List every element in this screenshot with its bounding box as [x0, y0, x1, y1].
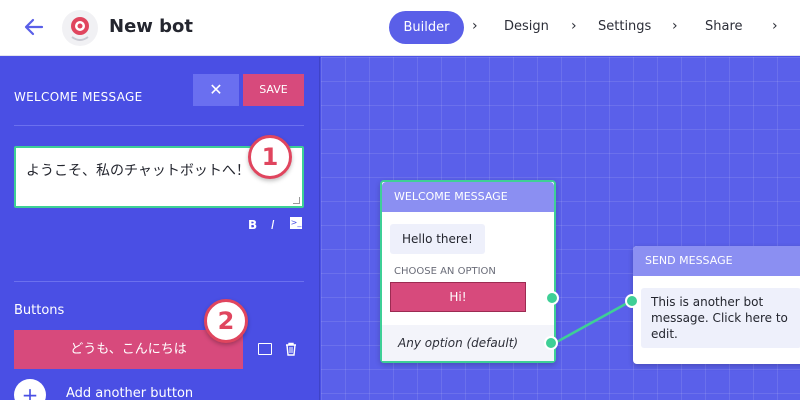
italic-button[interactable]: I: [271, 218, 275, 232]
bot-message-bubble[interactable]: This is another bot message. Click here …: [641, 288, 800, 348]
tab-design[interactable]: Design: [504, 19, 549, 34]
tab-settings[interactable]: Settings: [598, 19, 651, 34]
resize-handle-icon[interactable]: [293, 197, 300, 204]
input-port[interactable]: [625, 294, 639, 308]
output-port[interactable]: [545, 291, 559, 305]
chevron-right-icon: ›: [672, 18, 678, 34]
option-button[interactable]: どうも、こんにちは: [14, 330, 243, 369]
divider: [14, 281, 304, 282]
option-hi-button[interactable]: Hi!: [390, 282, 526, 312]
welcome-message-text: ようこそ、私のチャットボットへ！: [26, 163, 250, 179]
node-title: SEND MESSAGE: [633, 246, 800, 276]
bot-message-bubble[interactable]: Hello there!: [390, 224, 485, 254]
code-format-icon[interactable]: >_: [290, 217, 302, 229]
bot-avatar: [62, 10, 98, 46]
panel-heading: WELCOME MESSAGE: [14, 90, 143, 104]
chevron-right-icon: ›: [772, 18, 778, 34]
add-button-icon[interactable]: +: [14, 379, 46, 400]
bot-logo-icon: [71, 17, 89, 41]
choose-option-label: CHOOSE AN OPTION: [394, 266, 496, 277]
annotation-badge-1: 1: [248, 135, 292, 179]
bot-title: New bot: [109, 16, 194, 37]
add-another-button-link[interactable]: Add another button: [66, 386, 193, 400]
default-option-row[interactable]: Any option (default): [382, 325, 554, 361]
tab-share[interactable]: Share: [705, 19, 743, 34]
chevron-right-icon: ›: [571, 18, 577, 34]
divider: [14, 125, 304, 126]
buttons-section-label: Buttons: [14, 303, 65, 318]
message-editor-panel: WELCOME MESSAGE ✕ SAVE ようこそ、私のチャットボットへ！ …: [0, 57, 320, 400]
tab-builder[interactable]: Builder: [389, 11, 464, 44]
bold-button[interactable]: B: [248, 218, 257, 232]
save-button[interactable]: SAVE: [243, 74, 304, 106]
trash-icon[interactable]: [284, 342, 298, 356]
output-port[interactable]: [544, 336, 558, 350]
send-message-node[interactable]: SEND MESSAGE This is another bot message…: [633, 246, 800, 364]
chevron-right-icon: ›: [472, 18, 478, 34]
annotation-badge-2: 2: [204, 299, 248, 343]
flow-canvas[interactable]: WELCOME MESSAGE Hello there! CHOOSE AN O…: [321, 57, 800, 400]
image-icon[interactable]: [258, 343, 272, 355]
back-arrow-icon[interactable]: [22, 15, 46, 39]
close-button[interactable]: ✕: [193, 74, 239, 106]
node-title: WELCOME MESSAGE: [382, 182, 554, 212]
top-bar: New bot Builder › Design › Settings › Sh…: [0, 0, 800, 56]
welcome-message-node[interactable]: WELCOME MESSAGE Hello there! CHOOSE AN O…: [380, 180, 556, 363]
